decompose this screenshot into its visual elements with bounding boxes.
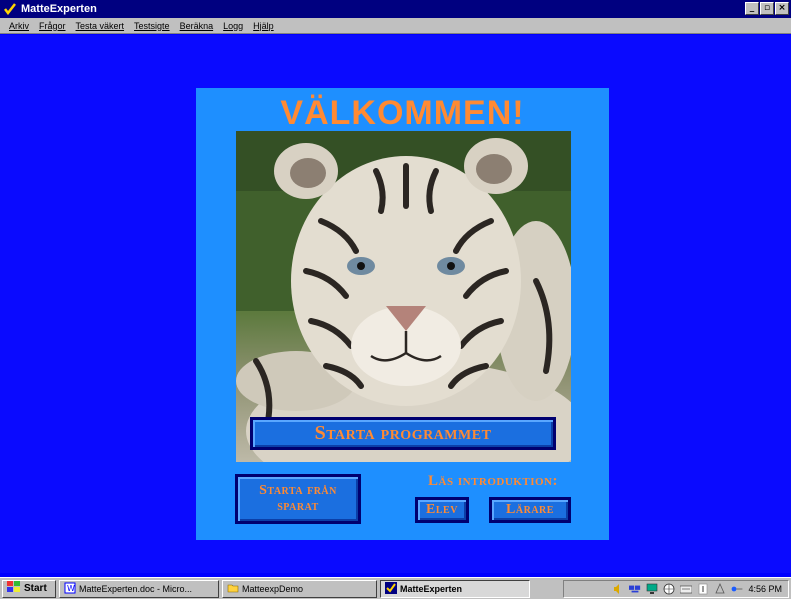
volume-slider-icon[interactable]	[731, 583, 743, 595]
taskbar-item-word-doc[interactable]: W MatteExperten.doc - Micro...	[59, 579, 219, 598]
network-icon[interactable]	[629, 583, 641, 595]
menu-berakna[interactable]: Beräkna	[175, 21, 219, 31]
folder-icon	[227, 582, 239, 596]
menu-testsigte[interactable]: Testsigte	[129, 21, 175, 31]
menu-bar: Arkiv Frågor Testa väkert Testsigte Berä…	[0, 18, 791, 34]
start-button[interactable]: Start	[2, 579, 56, 598]
minimize-button[interactable]: _	[745, 2, 759, 15]
clock[interactable]: 4:56 PM	[748, 584, 782, 594]
start-saved-label: Starta från sparat	[259, 483, 337, 514]
window-title: MatteExperten	[21, 3, 97, 15]
restore-button[interactable]: ▫	[760, 2, 774, 15]
title-bar[interactable]: MatteExperten _ ▫ ×	[0, 0, 791, 18]
monitor-icon[interactable]	[646, 583, 658, 595]
tray-alert-icon[interactable]	[714, 583, 726, 595]
menu-hjalp[interactable]: Hjälp	[248, 21, 279, 31]
windows-logo-icon	[7, 581, 21, 596]
taskbar-item-folder[interactable]: MatteexpDemo	[222, 579, 377, 598]
taskbar: Start W MatteExperten.doc - Micro... Mat…	[0, 577, 791, 599]
word-doc-icon: W	[64, 582, 76, 596]
intro-student-button[interactable]: Elev	[415, 497, 469, 523]
system-tray: 4:56 PM	[563, 580, 789, 598]
globe-icon[interactable]	[663, 583, 675, 595]
close-button[interactable]: ×	[775, 2, 789, 15]
svg-text:W: W	[67, 584, 75, 593]
menu-fragor[interactable]: Frågor	[34, 21, 71, 31]
keyboard-icon[interactable]	[680, 583, 693, 595]
app-check-icon	[385, 581, 397, 596]
welcome-heading: VÄLKOMMEN!	[280, 94, 525, 132]
start-from-saved-button[interactable]: Starta från sparat	[235, 474, 361, 524]
intro-teacher-button[interactable]: Lärare	[489, 497, 571, 523]
speaker-icon[interactable]	[612, 583, 624, 595]
taskbar-item-matteexperten[interactable]: MatteExperten	[380, 579, 530, 598]
menu-testa-vakert[interactable]: Testa väkert	[71, 21, 130, 31]
intro-label: Läs introduktion:	[428, 473, 558, 489]
menu-logg[interactable]: Logg	[218, 21, 248, 31]
tiger-photo	[236, 131, 571, 462]
tray-number-icon[interactable]	[697, 583, 709, 595]
start-program-button[interactable]: Starta programmet	[250, 417, 556, 450]
menu-arkiv[interactable]: Arkiv	[4, 21, 34, 31]
app-check-icon	[3, 2, 17, 16]
